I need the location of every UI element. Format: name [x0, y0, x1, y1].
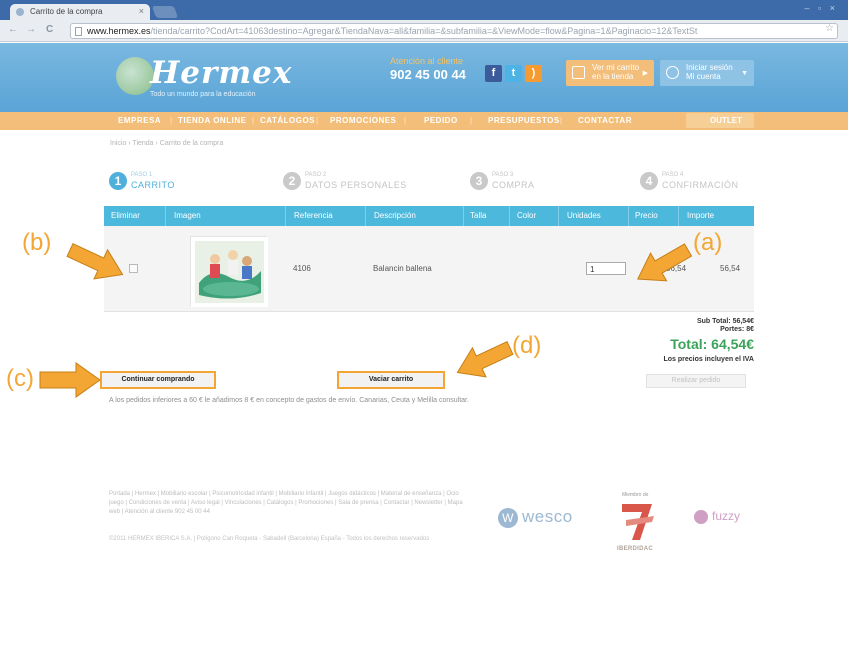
arrow-d-icon: [456, 340, 514, 378]
arrow-a-icon: [636, 243, 693, 282]
arrow-c-icon: [39, 362, 101, 398]
annotation-arrows: [39, 242, 693, 398]
arrow-b-icon: [66, 242, 124, 280]
